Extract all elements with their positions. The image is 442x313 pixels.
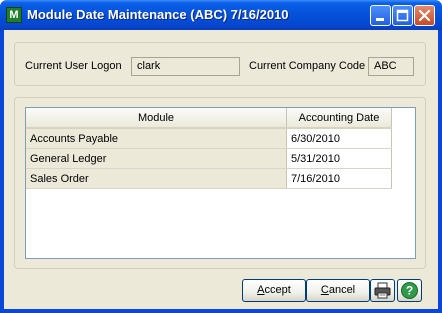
help-icon: ? [401, 282, 418, 299]
module-date-grid: Module Accounting Date Accounts Payable … [25, 107, 416, 259]
title-bar[interactable]: Module Date Maintenance (ABC) 7/16/2010 [0, 0, 442, 30]
module-cell: Accounts Payable [26, 128, 287, 149]
accounting-date-cell[interactable]: 5/31/2010 [286, 148, 392, 169]
app-icon[interactable] [6, 7, 22, 23]
cancel-label: ancel [328, 284, 356, 296]
table-row[interactable]: Sales Order 7/16/2010 [26, 168, 392, 189]
printer-icon [374, 282, 391, 299]
cancel-button[interactable]: Cancel [306, 279, 370, 302]
minimize-icon [376, 18, 384, 21]
minimize-button[interactable] [370, 5, 391, 26]
current-user-label: Current User Logon [25, 60, 122, 72]
accounting-date-cell[interactable]: 6/30/2010 [286, 128, 392, 149]
module-date-maintenance-window: Module Date Maintenance (ABC) 7/16/2010 … [0, 0, 442, 313]
accounting-date-cell[interactable]: 7/16/2010 [286, 168, 392, 189]
module-cell: Sales Order [26, 168, 287, 189]
module-cell: General Ledger [26, 148, 287, 169]
column-header-module[interactable]: Module [26, 108, 287, 129]
current-user-field: clark [131, 57, 240, 76]
column-header-accounting-date[interactable]: Accounting Date [286, 108, 392, 129]
close-icon [418, 9, 431, 22]
accept-button[interactable]: Accept [242, 279, 306, 302]
maximize-button[interactable] [392, 5, 413, 26]
print-button[interactable] [370, 279, 395, 302]
table-row[interactable]: General Ledger 5/31/2010 [26, 148, 392, 169]
accept-label: ccept [264, 284, 291, 296]
accept-hotkey: A [257, 284, 265, 296]
close-button[interactable] [414, 5, 435, 26]
maximize-icon [396, 9, 409, 22]
current-company-label: Current Company Code [249, 60, 366, 72]
cancel-hotkey: C [320, 284, 329, 296]
window-title: Module Date Maintenance (ABC) 7/16/2010 [27, 7, 289, 22]
current-company-field: ABC [368, 57, 414, 76]
help-button[interactable]: ? [397, 279, 422, 302]
dialog-body: Current User Logon clark Current Company… [4, 30, 438, 309]
svg-text:?: ? [406, 284, 413, 298]
table-row[interactable]: Accounts Payable 6/30/2010 [26, 128, 392, 149]
